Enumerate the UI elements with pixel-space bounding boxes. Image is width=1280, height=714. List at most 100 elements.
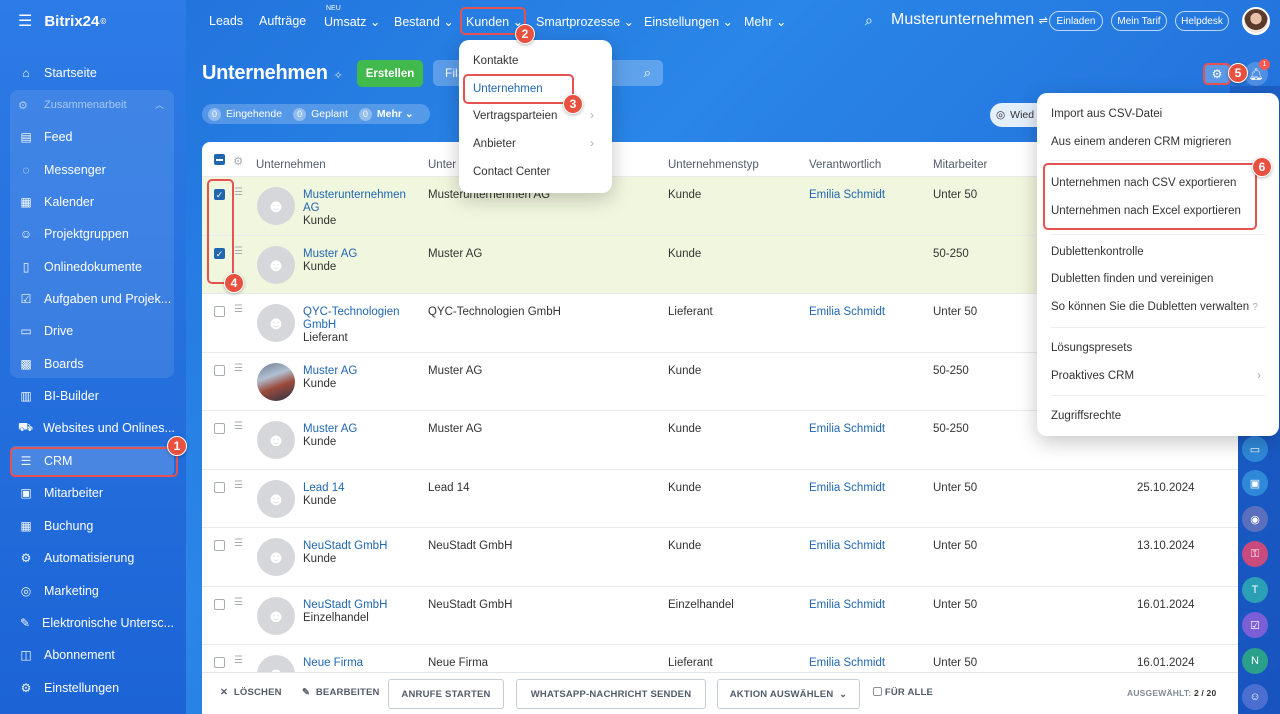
helpdesk-button[interactable]: Helpdesk [1175,11,1229,31]
menu-item-import-csv[interactable]: Import aus CSV-Datei [1051,108,1162,120]
drag-handle-icon[interactable]: ☰ [234,304,243,315]
search-icon[interactable]: ⌕ [865,12,873,29]
user-avatar[interactable] [1242,7,1270,35]
counter-more[interactable]: Mehr ⌄ [377,108,414,120]
sidebar-item-messenger[interactable]: ◌ Messenger [10,155,174,185]
sidebar-item-kalender[interactable]: ▦ Kalender [10,187,174,217]
select-all-checkbox[interactable] [214,154,225,165]
menu-item-dublettenkontrolle[interactable]: Dublettenkontrolle [1051,246,1144,258]
nav-auftraege[interactable]: Aufträge [259,14,306,28]
table-row[interactable]: ☰ ☻ Neue Firma Neue Firma Lieferant Emilia Sc… [202,644,1238,672]
logo[interactable]: ☰ Bitrix24 © [0,0,186,42]
drag-handle-icon[interactable]: ☰ [234,421,243,432]
company-name-link[interactable]: QYC-Technologien GmbH Lieferant [303,306,413,345]
menu-item-vertragsparteien[interactable]: Vertragsparteien [473,110,557,122]
table-row[interactable]: ☰ ☻ NeuStadt GmbH Kunde NeuStadt GmbH Kunde Em… [202,527,1238,586]
column-settings-icon[interactable]: ⚙ [233,154,243,168]
drag-handle-icon[interactable]: ☰ [234,480,243,491]
table-row[interactable]: ☰ ☻ Lead 14 Kunde Lead 14 Kunde Emilia Schmidt… [202,469,1238,527]
counter-planned[interactable]: Geplant [311,108,348,120]
sidebar-item-marketing[interactable]: ◎ Marketing [10,576,174,606]
nav-leads[interactable]: Leads [209,14,243,28]
tariff-button[interactable]: Mein Tarif [1111,11,1167,31]
drag-handle-icon[interactable]: ☰ [234,538,243,549]
action-select[interactable]: AKTION AUSWÄHLEN ⌄ [717,679,860,709]
company-name-link[interactable]: Muster AG Kunde [303,423,413,449]
sidebar-group-zusammenarbeit[interactable]: ⚙ Zusammenarbeit ︿ [10,92,174,118]
row-checkbox[interactable] [214,657,225,668]
company-name-link[interactable]: Lead 14 Kunde [303,482,413,508]
delete-button[interactable]: ✕ LÖSCHEN [220,687,282,698]
cell-responsible[interactable]: Emilia Schmidt [809,540,885,552]
user-initial-icon[interactable]: N [1242,648,1268,674]
cell-responsible[interactable]: Emilia Schmidt [809,423,885,435]
group-icon[interactable]: ☺ [1242,684,1268,710]
nav-bestand[interactable]: Bestand ⌄ [394,14,454,29]
sidebar-item-projektgruppen[interactable]: ☺ Projektgruppen [10,219,174,249]
sidebar-item-startseite[interactable]: ⌂ Startseite [10,58,174,88]
user-initial-icon[interactable]: T [1242,577,1268,603]
user-avatar-icon[interactable]: ◉ [1242,506,1268,532]
sidebar-item-einstellungen[interactable]: ⚙ Einstellungen [10,673,174,703]
sidebar-item-aufgaben[interactable]: ☑ Aufgaben und Projek... [10,284,174,314]
company-name[interactable]: Musterunternehmen ⇌ [891,11,1048,29]
header-mitarbeiter[interactable]: Mitarbeiter [933,159,987,171]
menu-item-proaktives-crm[interactable]: Proaktives CRM [1051,370,1134,382]
header-unternehmen-2[interactable]: Unter [428,159,456,171]
sidebar-item-bi-builder[interactable]: ▥ BI-Builder [10,381,174,411]
sidebar-item-buchung[interactable]: ▦ Buchung [10,511,174,541]
cell-responsible[interactable]: Emilia Schmidt [809,306,885,318]
company-name-link[interactable]: NeuStadt GmbH Einzelhandel [303,599,413,625]
company-name-link[interactable]: Muster AG Kunde [303,365,413,391]
header-verantwortlich[interactable]: Verantwortlich [809,159,881,171]
menu-icon[interactable]: ☰ [18,11,32,31]
lock-icon[interactable]: ⚿ [1242,541,1268,567]
drag-handle-icon[interactable]: ☰ [234,597,243,608]
menu-item-dubletten-verwalten[interactable]: So können Sie die Dubletten verwalten ? [1051,301,1258,313]
invite-button[interactable]: Einladen [1049,11,1103,31]
company-name-link[interactable]: Muster AG Kunde [303,248,413,274]
row-checkbox[interactable] [214,423,225,434]
menu-item-zugriffsrechte[interactable]: Zugriffsrechte [1051,410,1121,422]
sidebar-item-abonnement[interactable]: ◫ Abonnement [10,640,174,670]
header-unternehmen[interactable]: Unternehmen [256,159,326,171]
company-name-link[interactable]: Musterunternehmen AG Kunde [303,189,413,228]
nav-smartprozesse[interactable]: Smartprozesse ⌄ [536,14,634,29]
start-calls-button[interactable]: ANRUFE STARTEN [388,679,504,709]
company-name-link[interactable]: NeuStadt GmbH Kunde [303,540,413,566]
header-unternehmenstyp[interactable]: Unternehmenstyp [668,159,759,171]
sidebar-item-mitarbeiter[interactable]: ▣ Mitarbeiter [10,478,174,508]
sidebar-item-drive[interactable]: ▭ Drive [10,316,174,346]
pin-icon[interactable]: ✧ [334,70,343,82]
chat-icon[interactable]: ▭ [1242,436,1268,462]
cell-responsible[interactable]: Emilia Schmidt [809,189,885,201]
drag-handle-icon[interactable]: ☰ [234,187,243,198]
task-icon[interactable]: ☑ [1242,612,1268,638]
table-row[interactable]: ☰ ☻ NeuStadt GmbH Einzelhandel NeuStadt GmbH… [202,586,1238,644]
create-button[interactable]: Erstellen [357,60,423,87]
menu-item-kontakte[interactable]: Kontakte [473,55,518,67]
menu-item-anbieter[interactable]: Anbieter [473,138,516,150]
menu-item-contact-center[interactable]: Contact Center [473,166,550,178]
company-name-link[interactable]: Neue Firma [303,657,413,670]
wied-button[interactable]: ◎ Wied [990,103,1042,127]
row-checkbox[interactable] [214,365,225,376]
menu-item-dubletten-finden[interactable]: Dubletten finden und vereinigen [1051,273,1213,285]
whatsapp-button[interactable]: WHATSAPP-NACHRICHT SENDEN [516,679,706,709]
edit-button[interactable]: ✎ BEARBEITEN [302,687,380,698]
sidebar-item-automatisierung[interactable]: ⚙ Automatisierung [10,543,174,573]
sidebar-item-websites[interactable]: ⛟ Websites und Onlines... [10,413,174,443]
drag-handle-icon[interactable]: ☰ [234,655,243,666]
drag-handle-icon[interactable]: ☰ [234,246,243,257]
cell-responsible[interactable]: Emilia Schmidt [809,599,885,611]
drag-handle-icon[interactable]: ☰ [234,363,243,374]
nav-umsatz[interactable]: NEU Umsatz ⌄ [324,5,380,29]
row-checkbox[interactable] [214,482,225,493]
sidebar-item-signatur[interactable]: ✎ Elektronische Untersc... [10,608,174,638]
for-all-checkbox[interactable]: FÜR ALLE [873,687,933,698]
nav-mehr[interactable]: Mehr ⌄ [744,14,786,29]
row-checkbox[interactable] [214,306,225,317]
counter-incoming[interactable]: Eingehende [226,108,282,120]
sidebar-item-boards[interactable]: ▩ Boards [10,349,174,379]
contact-card-icon[interactable]: ▣ [1242,470,1268,496]
